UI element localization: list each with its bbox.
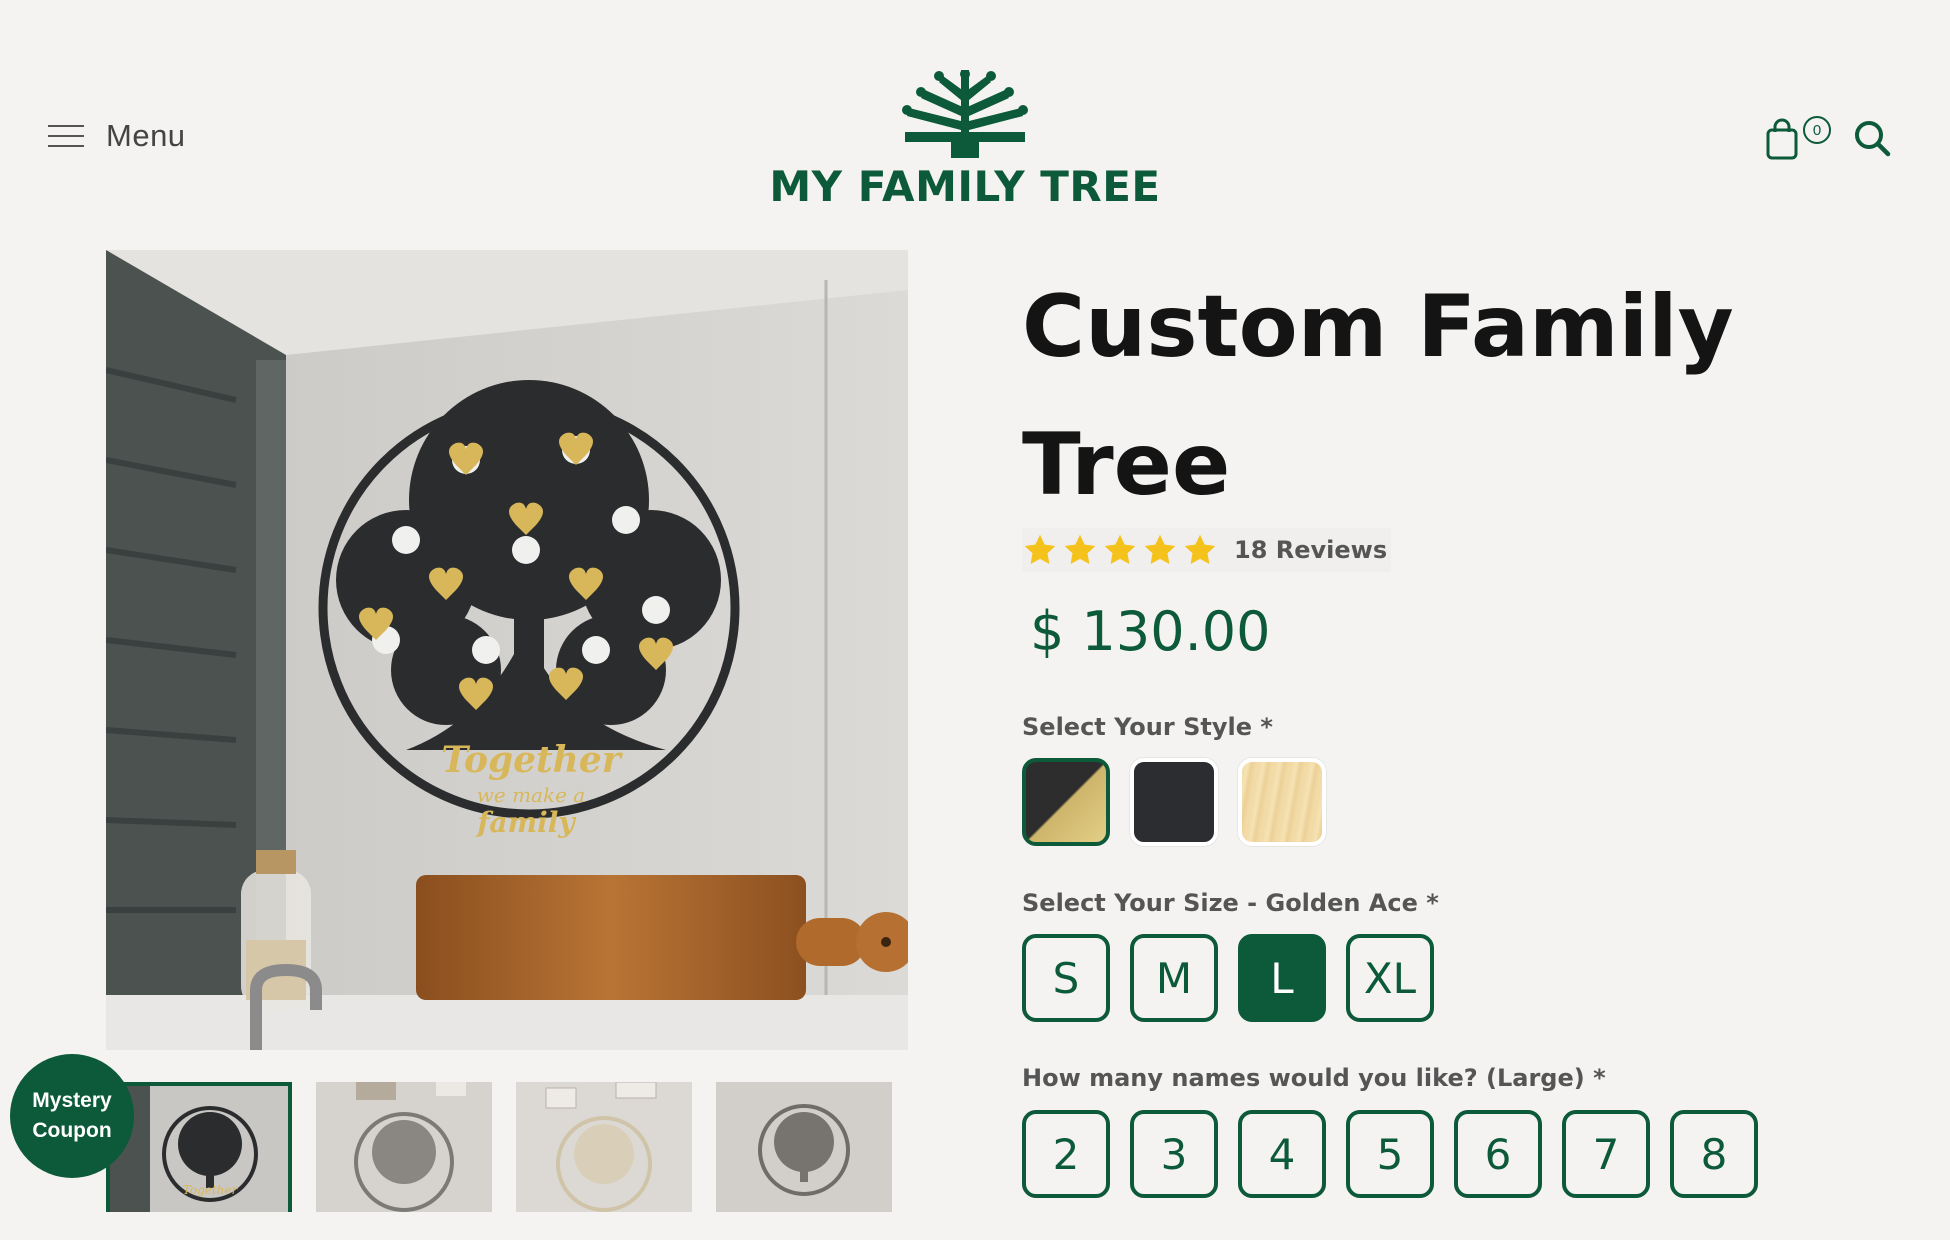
names-option-7[interactable]: 7 — [1562, 1110, 1650, 1198]
names-option-6[interactable]: 6 — [1454, 1110, 1542, 1198]
tree-logo-icon — [902, 70, 1028, 158]
names-option-3[interactable]: 3 — [1130, 1110, 1218, 1198]
names-option-5[interactable]: 5 — [1346, 1110, 1434, 1198]
search-button[interactable] — [1852, 118, 1892, 158]
style-swatches — [1022, 758, 1326, 846]
search-icon — [1855, 121, 1891, 157]
names-option-2[interactable]: 2 — [1022, 1110, 1110, 1198]
cart-count-badge: 0 — [1803, 116, 1831, 144]
thumbnail-1[interactable]: Together — [106, 1082, 292, 1212]
style-swatch-golden-ace[interactable] — [1022, 758, 1110, 846]
svg-text:we make a: we make a — [477, 783, 585, 807]
reviews-count-link[interactable]: 18 Reviews — [1234, 536, 1387, 564]
menu-label: Menu — [106, 118, 186, 153]
product-title: Custom Family Tree — [1022, 277, 1734, 515]
hamburger-icon — [48, 125, 84, 147]
style-swatch-black[interactable] — [1130, 758, 1218, 846]
thumbnail-strip: Together — [106, 1082, 892, 1212]
size-label: Select Your Size - Golden Ace * — [1022, 889, 1439, 917]
thumbnail-image — [716, 1082, 892, 1212]
style-label: Select Your Style * — [1022, 713, 1273, 741]
size-option-l[interactable]: L — [1238, 934, 1326, 1022]
svg-text:Together: Together — [183, 1183, 239, 1197]
main-product-image[interactable]: Together we make a family — [106, 250, 908, 1050]
star-icon — [1024, 534, 1056, 564]
names-count-options: 2 3 4 5 6 7 8 — [1022, 1110, 1758, 1198]
thumbnail-4[interactable] — [716, 1082, 892, 1212]
style-swatch-wood[interactable] — [1238, 758, 1326, 846]
coupon-line-1: Mystery — [32, 1089, 112, 1112]
thumbnail-image — [316, 1082, 492, 1212]
menu-button[interactable]: Menu — [48, 118, 186, 154]
size-option-xl[interactable]: XL — [1346, 934, 1434, 1022]
thumbnail-image: Together — [110, 1086, 288, 1212]
family-tree-scene-image: Together we make a family — [106, 250, 908, 1050]
rating-summary[interactable]: 18 Reviews — [1022, 528, 1392, 572]
names-option-8[interactable]: 8 — [1670, 1110, 1758, 1198]
size-option-s[interactable]: S — [1022, 934, 1110, 1022]
star-icon — [1064, 534, 1096, 564]
mystery-coupon-button[interactable]: Mystery Coupon — [10, 1054, 134, 1178]
names-count-label: How many names would you like? (Large) * — [1022, 1064, 1606, 1092]
cart-button[interactable]: 0 — [1765, 112, 1831, 162]
site-logo[interactable]: MY FAMILY TREE — [760, 70, 1170, 211]
thumbnail-image — [516, 1082, 692, 1212]
shopping-bag-icon — [1766, 118, 1798, 160]
svg-text:Together: Together — [441, 739, 623, 781]
star-icon — [1184, 534, 1216, 564]
size-option-m[interactable]: M — [1130, 934, 1218, 1022]
coupon-line-2: Coupon — [32, 1119, 112, 1142]
star-icon — [1144, 534, 1176, 564]
logo-text: MY FAMILY TREE — [769, 162, 1161, 211]
thumbnail-3[interactable] — [516, 1082, 692, 1212]
star-icon — [1104, 534, 1136, 564]
product-price: $ 130.00 — [1030, 600, 1271, 663]
star-rating — [1022, 532, 1218, 568]
size-options: S M L XL — [1022, 934, 1434, 1022]
svg-text:family: family — [475, 806, 576, 839]
names-option-4[interactable]: 4 — [1238, 1110, 1326, 1198]
thumbnail-2[interactable] — [316, 1082, 492, 1212]
